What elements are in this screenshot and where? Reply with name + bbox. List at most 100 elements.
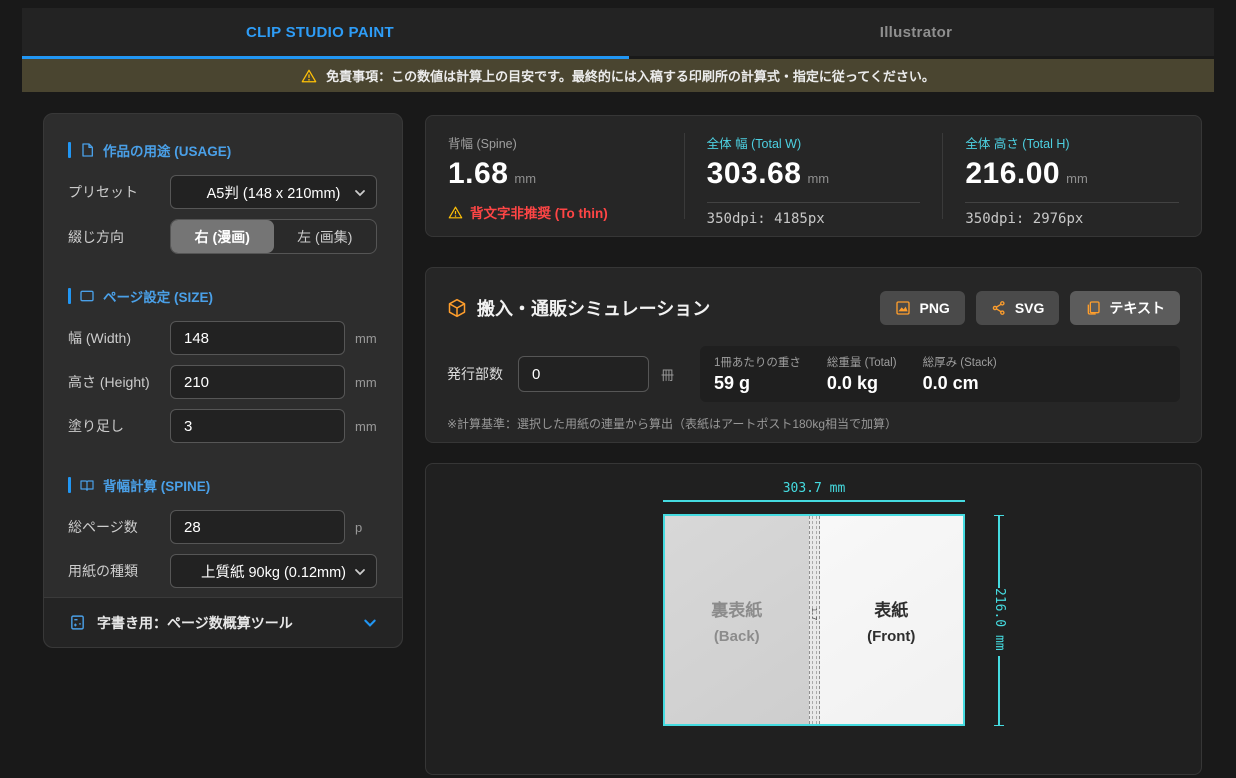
per-book-weight: 1冊あたりの重さ 59 g <box>714 354 801 394</box>
spine-dimension-label: 1.7 <box>810 608 818 621</box>
width-dimension-label: 303.7 mm <box>663 481 965 496</box>
cover-spread-preview: 裏表紙 (Back) 1.7 表紙 (Front) <box>663 514 965 726</box>
spine-stat-unit: mm <box>514 171 536 186</box>
chevron-down-icon <box>363 616 377 630</box>
divider <box>965 202 1179 203</box>
spine-stat: 背幅 (Spine) 1.68 mm 背文字非推奨 (To thin) <box>426 133 684 219</box>
export-svg-button[interactable]: SVG <box>976 291 1060 325</box>
package-icon <box>447 298 467 318</box>
divider <box>707 202 921 203</box>
spine-section-title: 背幅計算 (SPINE) <box>68 475 378 495</box>
calculator-icon <box>69 614 86 631</box>
total-width-label: 全体 幅 (Total W) <box>707 133 921 152</box>
settings-sidebar: 作品の用途 (USAGE) プリセット A5判 (148 x 210mm) 綴じ… <box>43 113 403 648</box>
binding-left-button[interactable]: 左 (画集) <box>274 220 377 253</box>
bleed-input[interactable] <box>170 409 345 443</box>
copy-icon <box>1085 300 1101 316</box>
spine-section-label: 背幅計算 (SPINE) <box>103 475 210 495</box>
paper-type-select[interactable]: 上質紙 90kg (0.12mm) <box>170 554 377 588</box>
paper-type-label: 用紙の種類 <box>68 561 170 581</box>
spine-strip: 1.7 <box>809 516 820 724</box>
height-label: 高さ (Height) <box>68 372 170 392</box>
usage-section-title: 作品の用途 (USAGE) <box>68 140 378 160</box>
stack-thickness-label: 総厚み (Stack) <box>923 354 997 370</box>
share-nodes-icon <box>991 300 1007 316</box>
preset-selected-value: A5判 (148 x 210mm) <box>207 182 341 203</box>
size-section-label: ページ設定 (SIZE) <box>103 286 213 306</box>
text-button-label: テキスト <box>1109 298 1165 318</box>
export-text-button[interactable]: テキスト <box>1070 291 1180 325</box>
section-accent-bar <box>68 288 71 304</box>
chevron-down-icon <box>354 566 366 578</box>
total-height-unit: mm <box>1066 171 1088 186</box>
copies-label: 発行部数 <box>447 364 503 384</box>
tab-illustrator[interactable]: Illustrator <box>618 8 1214 56</box>
paper-type-selected-value: 上質紙 90kg (0.12mm) <box>201 561 346 582</box>
spine-warning-text: 背文字非推奨 (To thin) <box>470 202 608 222</box>
section-accent-bar <box>68 142 71 158</box>
total-pages-input[interactable] <box>170 510 345 544</box>
open-book-icon <box>79 477 95 493</box>
total-height-value: 216.00 <box>965 157 1060 191</box>
per-book-weight-label: 1冊あたりの重さ <box>714 354 801 370</box>
export-png-button[interactable]: PNG <box>880 291 964 325</box>
total-width-value: 303.68 <box>707 157 802 191</box>
weight-stats-box: 1冊あたりの重さ 59 g 総重量 (Total) 0.0 kg 総厚み (St… <box>700 346 1180 402</box>
width-unit: mm <box>355 331 377 346</box>
total-weight-value: 0.0 kg <box>827 373 897 394</box>
per-book-weight-value: 59 g <box>714 373 801 394</box>
copies-input[interactable] <box>518 356 649 392</box>
copies-unit: 冊 <box>661 365 674 384</box>
calculation-basis-note: ※計算基準：選択した用紙の連量から算出（表紙はアートポスト180kg相当で加算） <box>447 415 1180 432</box>
total-pages-label: 総ページ数 <box>68 517 170 537</box>
svg-button-label: SVG <box>1015 300 1045 316</box>
binding-direction-segmented: 右 (漫画) 左 (画集) <box>170 219 377 254</box>
page-estimator-toggle[interactable]: 字書き用：ページ数概算ツール <box>44 597 402 647</box>
front-cover-label: 表紙 <box>820 596 964 621</box>
document-icon <box>79 142 95 158</box>
size-section-title: ページ設定 (SIZE) <box>68 286 378 306</box>
usage-section-label: 作品の用途 (USAGE) <box>103 140 231 160</box>
section-accent-bar <box>68 477 71 493</box>
total-width-stat: 全体 幅 (Total W) 303.68 mm 350dpi: 4185px <box>684 133 943 219</box>
page-rect-icon <box>79 288 95 304</box>
warning-triangle-icon <box>448 206 463 219</box>
total-pages-unit: p <box>355 520 362 535</box>
height-dimension-label: 216.0 mm <box>992 588 1007 656</box>
height-unit: mm <box>355 375 377 390</box>
binding-right-button[interactable]: 右 (漫画) <box>171 220 274 253</box>
spine-stat-label: 背幅 (Spine) <box>448 133 662 152</box>
height-dimension-tick <box>994 725 1004 726</box>
disclaimer-text: 免責事項：この数値は計算上の目安です。最終的には入稿する印刷所の計算式・指定に従… <box>326 66 935 85</box>
total-weight: 総重量 (Total) 0.0 kg <box>827 354 897 394</box>
back-cover-label: 裏表紙 <box>665 596 809 621</box>
height-dimension-line <box>998 656 1000 726</box>
tab-clip-studio-paint[interactable]: CLIP STUDIO PAINT <box>22 8 618 56</box>
stack-thickness: 総厚み (Stack) 0.0 cm <box>923 354 997 394</box>
width-label: 幅 (Width) <box>68 328 170 348</box>
chevron-down-icon <box>354 187 366 199</box>
warning-triangle-icon <box>301 69 317 83</box>
app-tabbar: CLIP STUDIO PAINT Illustrator <box>22 8 1214 56</box>
result-stats-panel: 背幅 (Spine) 1.68 mm 背文字非推奨 (To thin) 全体 幅… <box>425 115 1202 237</box>
back-cover-sublabel: (Back) <box>665 628 809 645</box>
shipping-simulation-panel: 搬入・通販シミュレーション PNG SVG <box>425 267 1202 443</box>
preset-label: プリセット <box>68 182 170 202</box>
height-input[interactable] <box>170 365 345 399</box>
total-height-dpi: 350dpi: 2976px <box>965 211 1179 227</box>
back-cover: 裏表紙 (Back) <box>665 516 809 724</box>
stack-thickness-value: 0.0 cm <box>923 373 997 394</box>
total-weight-label: 総重量 (Total) <box>827 354 897 370</box>
width-dimension-line <box>663 500 965 502</box>
bleed-unit: mm <box>355 419 377 434</box>
preset-select[interactable]: A5判 (148 x 210mm) <box>170 175 377 209</box>
total-height-label: 全体 高さ (Total H) <box>965 133 1179 152</box>
width-input[interactable] <box>170 321 345 355</box>
spine-stat-value: 1.68 <box>448 157 508 191</box>
total-width-dpi: 350dpi: 4185px <box>707 211 921 227</box>
bleed-label: 塗り足し <box>68 416 170 436</box>
page-estimator-label: 字書き用：ページ数概算ツール <box>97 613 293 633</box>
png-button-label: PNG <box>919 300 949 316</box>
binding-direction-label: 綴じ方向 <box>68 227 170 247</box>
height-dimension-line <box>998 515 1000 588</box>
